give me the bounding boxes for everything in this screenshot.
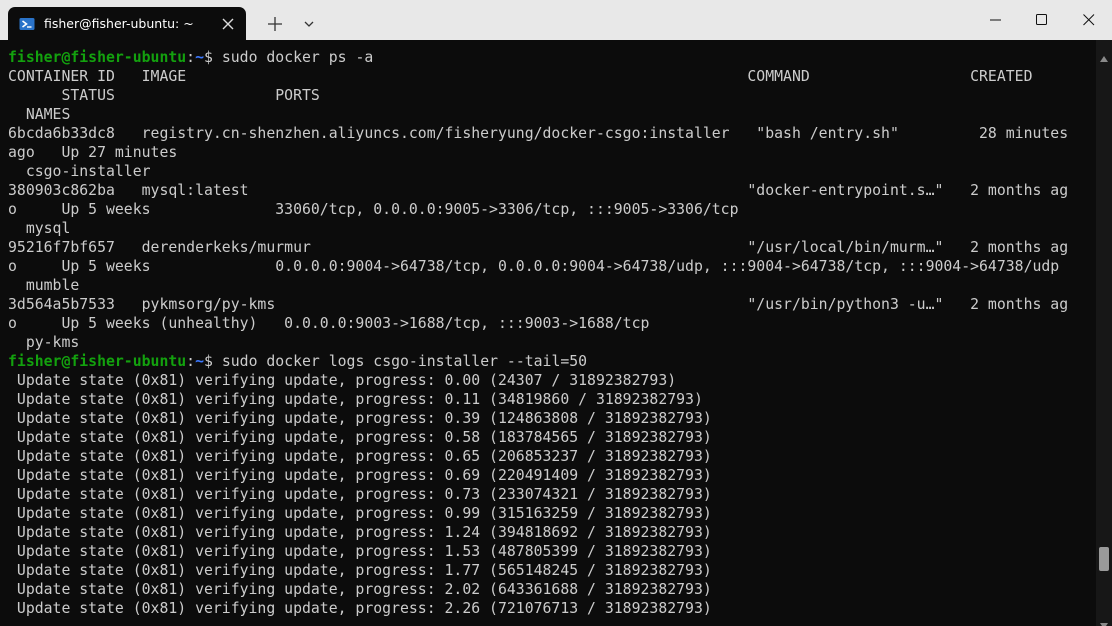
output-line: 3d564a5b7533 pykmsorg/py-kms "/usr/bin/p… <box>8 296 1069 313</box>
log-line: Update state (0x81) verifying update, pr… <box>8 372 677 389</box>
prompt-colon: : <box>186 353 196 370</box>
log-line: Update state (0x81) verifying update, pr… <box>8 391 703 408</box>
powershell-icon <box>19 16 35 32</box>
log-line: Update state (0x81) verifying update, pr… <box>8 486 712 503</box>
log-line: Update state (0x81) verifying update, pr… <box>8 581 712 598</box>
log-line: Update state (0x81) verifying update, pr… <box>8 524 712 541</box>
minimize-button[interactable] <box>973 0 1019 40</box>
command-line: fisher@fisher-ubuntu:~$ sudo docker logs… <box>8 352 1096 371</box>
log-line: Update state (0x81) verifying update, pr… <box>8 410 712 427</box>
output-line: mumble <box>8 277 80 294</box>
command-text: sudo docker logs csgo-installer --tail=5… <box>221 353 588 370</box>
log-line: Update state (0x81) verifying update, pr… <box>8 562 712 579</box>
output-line: CONTAINER ID IMAGE COMMAND CREATED <box>8 68 1033 85</box>
log-line: Update state (0x81) verifying update, pr… <box>8 467 712 484</box>
prompt-user: fisher@fisher-ubuntu <box>8 49 187 66</box>
close-icon[interactable] <box>220 16 236 32</box>
output-line: ago Up 27 minutes <box>8 144 178 161</box>
output-line: csgo-installer <box>8 163 151 180</box>
output-line: o Up 5 weeks 0.0.0.0:9004->64738/tcp, 0.… <box>8 258 1060 275</box>
arrow-up-icon[interactable] <box>1100 47 1108 62</box>
terminal-output[interactable]: fisher@fisher-ubuntu:~$ sudo docker ps -… <box>0 40 1096 626</box>
log-line: Update state (0x81) verifying update, pr… <box>8 429 712 446</box>
maximize-icon <box>1036 14 1047 25</box>
output-line: o Up 5 weeks 33060/tcp, 0.0.0.0:9005->33… <box>8 201 739 218</box>
output-line: o Up 5 weeks (unhealthy) 0.0.0.0:9003->1… <box>8 315 650 332</box>
output-line: py-kms <box>8 334 80 351</box>
maximize-button[interactable] <box>1019 0 1065 40</box>
log-line: Update state (0x81) verifying update, pr… <box>8 543 712 560</box>
log-line: Update state (0x81) verifying update, pr… <box>8 505 712 522</box>
tab-title: fisher@fisher-ubuntu: ~ <box>44 16 194 31</box>
terminal-tab[interactable]: fisher@fisher-ubuntu: ~ <box>8 7 246 40</box>
prompt-path: ~ <box>195 49 205 66</box>
plus-icon[interactable] <box>262 11 288 37</box>
log-line: Update state (0x81) verifying update, pr… <box>8 448 712 465</box>
close-window-button[interactable] <box>1066 0 1112 40</box>
prompt-symbol: $ <box>204 49 222 66</box>
chevron-down-icon[interactable] <box>299 13 319 35</box>
output-line: mysql <box>8 220 71 237</box>
arrow-down-icon[interactable] <box>1100 614 1108 626</box>
output-line: NAMES <box>8 106 71 123</box>
output-line: 380903c862ba mysql:latest "docker-entryp… <box>8 182 1069 199</box>
log-line: Update state (0x81) verifying update, pr… <box>8 600 712 617</box>
prompt-path: ~ <box>195 353 205 370</box>
vertical-scrollbar[interactable] <box>1096 40 1112 626</box>
command-line: fisher@fisher-ubuntu:~$ sudo docker ps -… <box>8 48 1096 67</box>
minimize-icon <box>990 19 1001 21</box>
output-line: STATUS PORTS <box>8 87 320 104</box>
output-line: 95216f7bf657 derenderkeks/murmur "/usr/l… <box>8 239 1069 256</box>
scrollbar-thumb[interactable] <box>1099 547 1109 571</box>
output-line: 6bcda6b33dc8 registry.cn-shenzhen.aliyun… <box>8 125 1069 142</box>
prompt-colon: : <box>186 49 196 66</box>
prompt-user: fisher@fisher-ubuntu <box>8 353 187 370</box>
prompt-symbol: $ <box>204 353 222 370</box>
command-text: sudo docker ps -a <box>221 49 374 66</box>
title-bar: fisher@fisher-ubuntu: ~ <box>0 0 1112 40</box>
close-icon <box>1083 14 1095 26</box>
